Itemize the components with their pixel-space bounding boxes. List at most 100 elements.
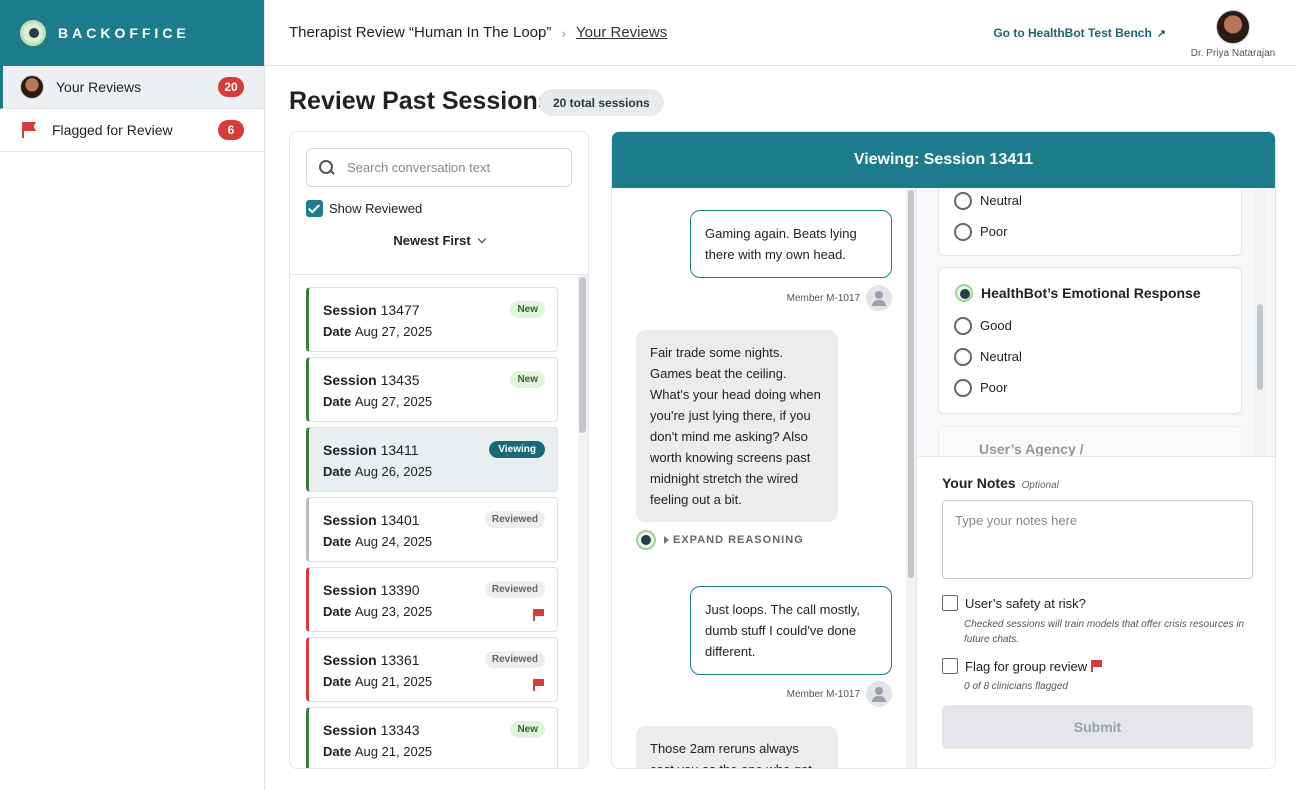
search-input[interactable] [347,160,547,175]
reviews-count-badge: 20 [218,77,244,97]
session-card[interactable]: Session 13477 Date Aug 27, 2025 New [306,287,558,352]
rating-option-neutral[interactable]: Neutral [939,341,1241,372]
emotional-response-card: HealthBot’s Emotional Response Good Neut… [938,267,1242,414]
session-card[interactable]: Session 13361 Date Aug 21, 2025 Reviewed [306,637,558,702]
sort-dropdown[interactable]: Newest First [290,233,588,248]
card-title-text: User’s Agency / [979,441,1084,456]
rating-option-poor[interactable]: Poor [939,216,1241,247]
safety-risk-checkbox[interactable] [942,595,958,611]
session-date: Date Aug 23, 2025 [323,604,557,619]
safety-risk-hint: Checked sessions will train models that … [964,619,1245,645]
flag-group-review-row[interactable]: Flag for group review [942,658,1103,674]
session-card[interactable]: Session 13343 Date Aug 21, 2025 New [306,707,558,768]
member-tag: Member M-1017 [787,681,892,707]
date-word: Date [323,324,352,339]
member-tag: Member M-1017 [787,285,892,311]
flag-icon [533,679,545,691]
session-date: Date Aug 27, 2025 [323,324,557,339]
rating-scrollbar[interactable] [1255,188,1265,456]
session-word: Session [323,302,377,318]
date-word: Date [323,604,352,619]
brand-name: BACKOFFICE [58,25,190,41]
radio-button[interactable] [954,347,972,366]
list-scrollbar[interactable] [578,275,588,768]
sidebar-item-flagged[interactable]: Flagged for Review 6 [0,109,264,152]
status-badge: Reviewed [484,651,545,668]
notes-label: Your Notes Optional [942,475,1059,491]
rating-column: Neutral Poor HealthBot’s Emotional Respo… [918,188,1275,456]
radio-button[interactable] [954,316,972,335]
viewer-header: Viewing: Session 13411 [612,132,1275,188]
rating-option-good[interactable]: Good [939,310,1241,341]
status-badge: Reviewed [484,511,545,528]
session-list-panel: Show Reviewed Newest First Session 13477… [289,131,589,769]
session-card[interactable]: Session 13390 Date Aug 23, 2025 Reviewed [306,567,558,632]
rating-option-neutral[interactable]: Neutral [939,188,1241,216]
caret-right-icon [664,536,669,544]
search-box[interactable] [306,148,572,187]
expand-reasoning-button[interactable]: EXPAND REASONING [636,530,804,550]
session-id: 13435 [380,372,420,388]
sidebar-item-your-reviews[interactable]: Your Reviews 20 [0,66,264,109]
submit-button[interactable]: Submit [942,705,1253,749]
sidebar: BACKOFFICE Your Reviews 20 Flagged for R… [0,0,265,790]
card-title: HealthBot’s Emotional Response [939,268,1241,310]
session-id: 13390 [380,582,420,598]
session-card[interactable]: Session 13435 Date Aug 27, 2025 New [306,357,558,422]
notes-label-text: Your Notes [942,475,1016,491]
flag-count-hint: 0 of 8 clinicians flagged [964,681,1068,692]
session-date-value: Aug 26, 2025 [354,464,433,479]
search-icon [319,159,335,176]
radio-button[interactable] [954,378,972,397]
member-label: Member M-1017 [786,688,860,700]
session-word: Session [323,512,377,528]
safety-risk-label: User’s safety at risk? [965,595,1086,611]
scrollbar-thumb[interactable] [579,277,586,433]
session-card[interactable]: Session 13401 Date Aug 24, 2025 Reviewed [306,497,558,562]
person-icon [866,681,892,707]
brand-header: BACKOFFICE [0,0,264,66]
sidebar-item-label: Flagged for Review [52,122,173,138]
flag-icon [20,121,40,139]
chat-scrollbar[interactable] [906,188,916,768]
sort-label: Newest First [393,233,471,248]
expand-reasoning-label: EXPAND REASONING [673,534,804,546]
healthbot-icon [636,530,656,550]
flag-group-review-checkbox[interactable] [942,658,958,674]
session-date-value: Aug 21, 2025 [354,674,433,689]
session-id: 13477 [380,302,420,318]
user-profile[interactable]: Dr. Priya Natarajan [1190,10,1276,59]
breadcrumb-current-link[interactable]: Your Reviews [576,24,667,41]
show-reviewed-toggle[interactable]: Show Reviewed [306,200,422,217]
session-card-active[interactable]: Session 13411 Date Aug 26, 2025 Viewing [306,427,558,492]
session-date: Date Aug 21, 2025 [323,674,557,689]
bot-message: Fair trade some nights. Games beat the c… [636,330,838,522]
person-icon [866,285,892,311]
rating-option-poor[interactable]: Poor [939,372,1241,403]
session-id: 13411 [380,442,419,458]
session-id: 13401 [380,512,420,528]
test-bench-link-text: Go to HealthBot Test Bench [993,26,1152,40]
radio-label: Poor [980,380,1008,395]
checkbox-checked-icon[interactable] [306,200,323,217]
safety-risk-checkbox-row[interactable]: User’s safety at risk? [942,595,1086,611]
status-badge: Viewing [489,441,545,458]
page-title: Review Past Sessions [289,87,552,115]
notes-textarea[interactable] [942,500,1253,579]
radio-label: Poor [980,224,1008,239]
status-badge: Reviewed [484,581,545,598]
divider [290,274,588,275]
flagged-count-badge: 6 [218,120,244,140]
radio-button[interactable] [954,222,972,241]
app-window: BACKOFFICE Your Reviews 20 Flagged for R… [0,0,1296,790]
scrollbar-thumb[interactable] [1257,304,1263,390]
flag-icon [533,609,545,621]
scrollbar-thumb[interactable] [908,190,914,578]
session-word: Session [323,582,377,598]
test-bench-link[interactable]: Go to HealthBot Test Bench ↗ [993,26,1166,40]
session-date-value: Aug 27, 2025 [354,324,433,339]
radio-label: Good [980,318,1012,333]
session-date: Date Aug 21, 2025 [323,744,557,759]
radio-button[interactable] [954,191,972,210]
show-reviewed-label: Show Reviewed [329,201,423,216]
